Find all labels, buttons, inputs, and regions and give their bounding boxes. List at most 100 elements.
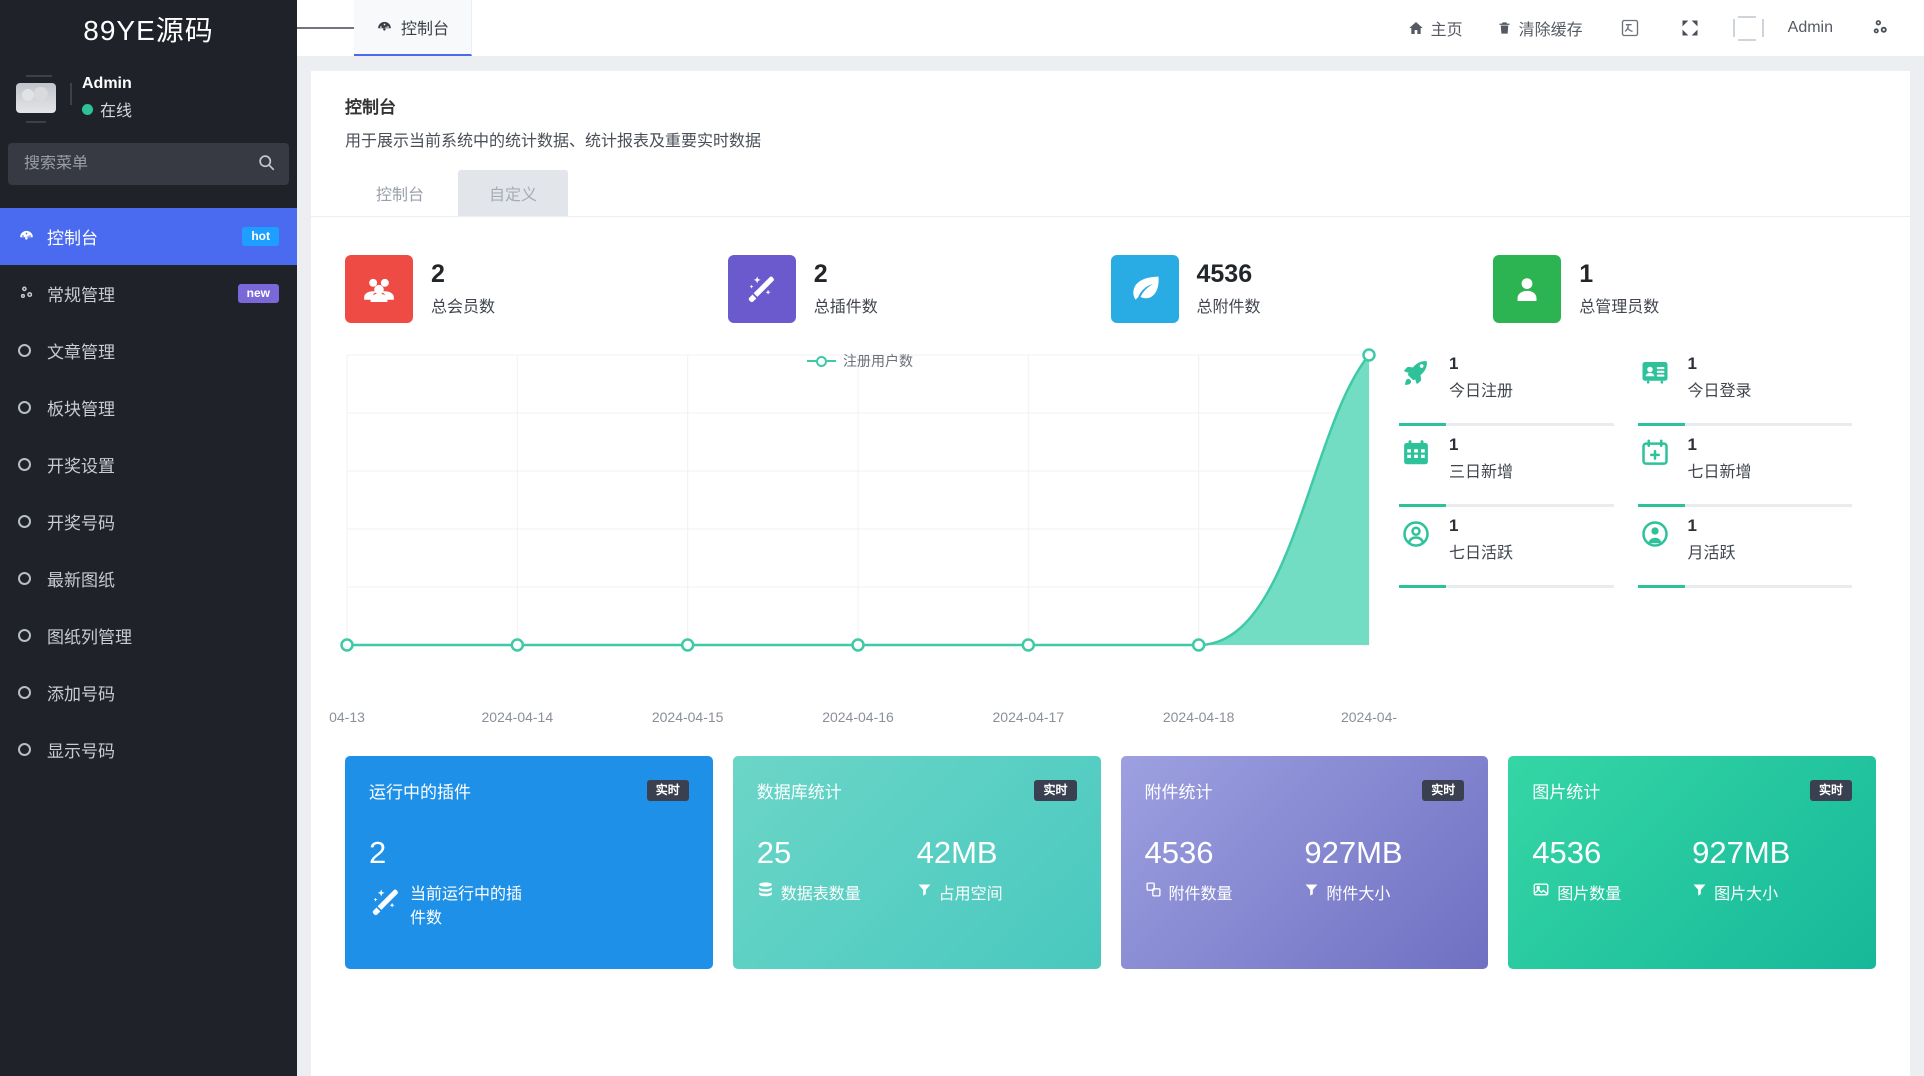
kpi-label: 总附件数 <box>1196 298 1261 316</box>
side-stat-1[interactable]: 1 今日注册 <box>1399 345 1638 426</box>
sidebar-item-3[interactable]: 文章管理 <box>0 322 297 379</box>
sidebar-item-5[interactable]: 开奖设置 <box>0 436 297 493</box>
chart-legend[interactable]: 注册用户数 <box>345 351 1375 371</box>
chart-column: 注册用户数 04-13 2024-04-14 2024-04-15 2024-04-1… <box>329 345 1397 733</box>
search-icon[interactable] <box>258 154 275 174</box>
sidebar-badge: hot <box>242 227 279 246</box>
side-stat-label: 今日登录 <box>1687 383 1752 400</box>
side-stat-value: 1 <box>1687 354 1697 373</box>
chart-and-stats-row: 注册用户数 04-13 2024-04-14 2024-04-15 2024-04-1… <box>311 323 1910 730</box>
topbar: 控制台 主页 清除缓存 Admin <box>297 0 1924 57</box>
side-stats: 1 今日注册 1 今日登录 1 三日新增 1 七日新增 1 七日活跃 1 月活跃 <box>1375 345 1876 730</box>
card-metric-label: 数据表数量 <box>780 886 861 903</box>
avatar <box>14 71 72 125</box>
circle-icon <box>18 515 44 528</box>
database-icon <box>757 881 774 903</box>
topbar-avatar <box>1731 11 1765 45</box>
user-circle-icon <box>1399 517 1433 551</box>
side-stat-3[interactable]: 1 三日新增 <box>1399 426 1638 507</box>
sidebar-item-label: 图纸列管理 <box>47 628 132 647</box>
side-stat-progress <box>1637 423 1852 426</box>
summary-card-2[interactable]: 数据库统计 实时 25 数据表数量 42MB 占用空间 <box>732 756 1101 969</box>
clear-cache-label: 清除缓存 <box>1518 22 1583 39</box>
kpi-card-4[interactable]: 1 总管理员数 <box>1493 255 1876 323</box>
card-metric-label: 占用空间 <box>938 886 1003 903</box>
sidebar-item-4[interactable]: 板块管理 <box>0 379 297 436</box>
sidebar-item-2[interactable]: 常规管理 new <box>0 265 297 322</box>
tab-2[interactable]: 自定义 <box>458 170 569 216</box>
dashboard-icon <box>18 228 44 245</box>
card-metric: 2 当前运行中的插件数 <box>369 837 529 928</box>
sidebar-item-label: 添加号码 <box>47 685 115 704</box>
filter-icon <box>917 882 932 902</box>
card-metric-value: 927MB <box>1692 835 1791 870</box>
circle-icon <box>18 743 44 756</box>
side-stat-label: 三日新增 <box>1449 464 1514 481</box>
profile-status-label: 在线 <box>100 103 133 120</box>
card-metric-value: 927MB <box>1304 835 1403 870</box>
card-live-badge: 实时 <box>1809 780 1852 801</box>
registration-chart[interactable]: 注册用户数 04-13 2024-04-14 2024-04-15 2024-04-1… <box>329 345 1397 733</box>
sidebar-profile[interactable]: Admin 在线 <box>0 57 297 143</box>
circle-icon <box>18 344 44 357</box>
kpi-card-2[interactable]: 2 总插件数 <box>727 255 1111 323</box>
side-stat-value: 1 <box>1449 435 1459 454</box>
sidebar-item-1[interactable]: 控制台 hot <box>0 208 297 265</box>
side-stat-progress <box>1399 504 1614 507</box>
x-tick-label: 2024-04-16 <box>822 709 894 725</box>
kpi-value: 2 <box>431 259 445 288</box>
summary-cards-row: 运行中的插件 实时 2 当前运行中的插件数 数据库统计 实时 25 数据表数量 42MB 占用空间… <box>311 730 1910 999</box>
kpi-row: 2 总会员数 2 总插件数 4536 总附件数 1 总管理员数 <box>311 217 1910 323</box>
topbar-tab-dashboard[interactable]: 控制台 <box>354 0 473 56</box>
chart-x-axis: 04-13 2024-04-14 2024-04-15 2024-04-16 2024-… <box>329 709 1397 733</box>
sidebar-item-label: 板块管理 <box>47 400 115 419</box>
side-stat-6[interactable]: 1 月活跃 <box>1637 507 1877 588</box>
circle-icon <box>18 686 44 699</box>
magic-wand-icon <box>727 255 796 323</box>
circle-icon <box>18 629 44 642</box>
side-stat-5[interactable]: 1 七日活跃 <box>1399 507 1638 588</box>
side-stat-value: 1 <box>1449 516 1459 535</box>
summary-card-3[interactable]: 附件统计 实时 4536 附件数量 927MB 附件大小 <box>1120 756 1489 969</box>
kpi-card-1[interactable]: 2 总会员数 <box>345 255 728 323</box>
language-button[interactable] <box>1600 0 1660 57</box>
search-input[interactable] <box>24 155 258 173</box>
clear-cache-button[interactable]: 清除缓存 <box>1480 0 1600 57</box>
settings-button[interactable] <box>1850 0 1910 57</box>
side-stat-progress <box>1637 585 1852 588</box>
kpi-label: 总插件数 <box>813 298 878 316</box>
card-metric-label: 附件数量 <box>1168 886 1233 903</box>
kpi-value: 1 <box>1579 259 1594 288</box>
side-stat-4[interactable]: 1 七日新增 <box>1637 426 1877 507</box>
profile-status: 在线 <box>82 97 132 121</box>
home-icon <box>1408 22 1423 34</box>
filter-icon <box>1692 882 1707 902</box>
copy-icon <box>1145 881 1162 903</box>
card-metric-value: 2 <box>369 835 387 870</box>
sidebar-item-8[interactable]: 图纸列管理 <box>0 607 297 664</box>
card-metric-label: 图片大小 <box>1714 886 1779 903</box>
summary-card-1[interactable]: 运行中的插件 实时 2 当前运行中的插件数 <box>345 756 713 969</box>
sidebar-item-10[interactable]: 显示号码 <box>0 721 297 778</box>
main-area: 控制台 主页 清除缓存 Admin 控制台 用于展示当前系统中的统计数据、统计报… <box>297 0 1924 1076</box>
sidebar-item-9[interactable]: 添加号码 <box>0 664 297 721</box>
kpi-card-3[interactable]: 4536 总附件数 <box>1110 255 1494 323</box>
kpi-value: 2 <box>813 259 828 288</box>
fullscreen-button[interactable] <box>1660 0 1720 57</box>
legend-marker-icon <box>807 355 836 367</box>
tab-label: 自定义 <box>489 187 538 204</box>
side-stat-2[interactable]: 1 今日登录 <box>1637 345 1877 426</box>
id-card-icon <box>1638 355 1672 389</box>
hamburger-icon[interactable] <box>297 0 354 56</box>
card-metric-label: 当前运行中的插件数 <box>410 886 523 927</box>
sidebar-item-7[interactable]: 最新图纸 <box>0 550 297 607</box>
sidebar-item-label: 文章管理 <box>47 343 115 362</box>
card-metric: 4536 图片数量 <box>1532 837 1692 904</box>
summary-card-4[interactable]: 图片统计 实时 4536 图片数量 927MB 图片大小 <box>1508 756 1876 969</box>
sidebar-item-6[interactable]: 开奖号码 <box>0 493 297 550</box>
tab-1[interactable]: 控制台 <box>345 170 456 216</box>
user-menu-button[interactable]: Admin <box>1771 0 1850 57</box>
home-button[interactable]: 主页 <box>1391 0 1480 57</box>
x-tick-label: 04-13 <box>329 709 365 725</box>
